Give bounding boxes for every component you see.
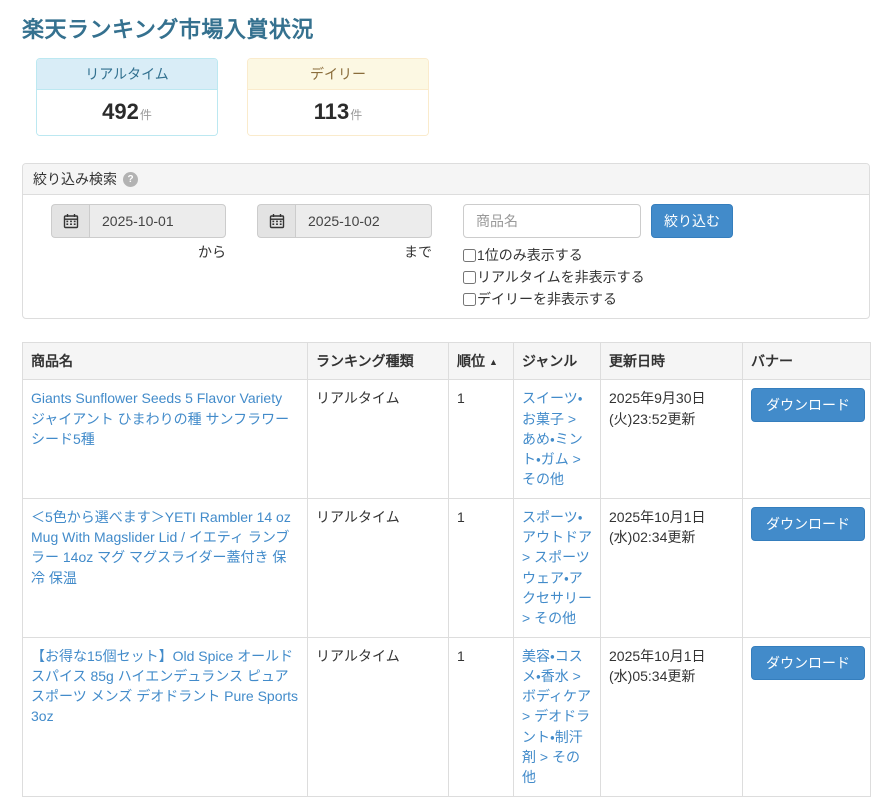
table-row: 【お得な15個セット】Old Spice オールドスパイス 85g ハイエンデュ…	[23, 637, 871, 796]
header-genre: ジャンル	[514, 343, 601, 380]
filter-panel: 絞り込み検索 ?	[22, 163, 870, 319]
genre-link[interactable]: スポーツ・アウトドア > スポーツウェア・アクセサリー > その他	[522, 509, 592, 626]
ranking-type-cell: リアルタイム	[308, 637, 449, 796]
updated-cell: 2025年10月1日(水)05:34更新	[601, 637, 743, 796]
checkbox-label: デイリーを非表示する	[477, 289, 617, 309]
filter-checkboxes: 1位のみ表示する リアルタイムを非表示する デイリーを非表示する	[463, 244, 733, 310]
daily-count-unit: 件	[350, 108, 362, 122]
first-place-only-checkbox[interactable]	[463, 249, 476, 262]
table-header-row: 商品名 ランキング種類 順位 ▲ ジャンル 更新日時 バナー	[23, 343, 871, 380]
calendar-icon-glyph	[63, 213, 79, 229]
date-to-suffix: まで	[257, 242, 432, 262]
date-from-input[interactable]	[89, 204, 226, 238]
checkbox-hide-realtime[interactable]: リアルタイムを非表示する	[463, 266, 733, 288]
filter-panel-title: 絞り込み検索	[33, 169, 117, 189]
filter-panel-body: から	[23, 195, 869, 318]
header-rank-label: 順位	[457, 353, 485, 369]
daily-card: デイリー 113件	[247, 58, 429, 136]
ranking-type-cell: リアルタイム	[308, 380, 449, 498]
daily-card-body: 113件	[248, 90, 428, 135]
realtime-card-header: リアルタイム	[37, 59, 217, 90]
realtime-count-unit: 件	[140, 108, 152, 122]
header-product-name: 商品名	[23, 343, 308, 380]
rank-cell: 1	[449, 380, 514, 498]
date-from-group: から	[51, 204, 226, 262]
table-row: ＜5色から選べます＞YETI Rambler 14 oz Mug With Ma…	[23, 498, 871, 637]
date-to-input[interactable]	[295, 204, 432, 238]
checkbox-label: リアルタイムを非表示する	[477, 267, 645, 287]
download-button[interactable]: ダウンロード	[751, 646, 865, 680]
checkbox-label: 1位のみ表示する	[477, 245, 583, 265]
rank-cell: 1	[449, 498, 514, 637]
header-rank[interactable]: 順位 ▲	[449, 343, 514, 380]
realtime-card-body: 492件	[37, 90, 217, 135]
ranking-type-cell: リアルタイム	[308, 498, 449, 637]
product-name-input[interactable]	[463, 204, 641, 238]
calendar-icon[interactable]	[51, 204, 89, 238]
header-banner: バナー	[743, 343, 871, 380]
hide-realtime-checkbox[interactable]	[463, 271, 476, 284]
date-to-group: まで	[257, 204, 432, 262]
page-title: 楽天ランキング市場入賞状況	[22, 12, 870, 44]
product-link[interactable]: 【お得な15個セット】Old Spice オールドスパイス 85g ハイエンデュ…	[31, 648, 298, 725]
realtime-count: 492	[102, 99, 139, 124]
genre-link[interactable]: スイーツ・お菓子 > あめ・ミント・ガム > その他	[522, 390, 583, 487]
product-link[interactable]: ＜5色から選べます＞YETI Rambler 14 oz Mug With Ma…	[31, 509, 291, 586]
help-icon[interactable]: ?	[123, 172, 138, 187]
header-updated: 更新日時	[601, 343, 743, 380]
table-row: Giants Sunflower Seeds 5 Flavor Variety …	[23, 380, 871, 498]
search-column: 絞り込む 1位のみ表示する リアルタイムを非表示する デイリーを非表示する	[463, 204, 733, 310]
filter-submit-button[interactable]: 絞り込む	[651, 204, 733, 238]
daily-count: 113	[314, 99, 350, 124]
summary-cards: リアルタイム 492件 デイリー 113件	[36, 58, 870, 136]
download-button[interactable]: ダウンロード	[751, 507, 865, 541]
calendar-icon[interactable]	[257, 204, 295, 238]
download-button[interactable]: ダウンロード	[751, 388, 865, 422]
filter-panel-header: 絞り込み検索 ?	[23, 164, 869, 195]
checkbox-hide-daily[interactable]: デイリーを非表示する	[463, 288, 733, 310]
header-ranking-type: ランキング種類	[308, 343, 449, 380]
date-from-suffix: から	[51, 242, 226, 262]
realtime-card: リアルタイム 492件	[36, 58, 218, 136]
updated-cell: 2025年9月30日(火)23:52更新	[601, 380, 743, 498]
calendar-icon-glyph	[269, 213, 285, 229]
results-table: 商品名 ランキング種類 順位 ▲ ジャンル 更新日時 バナー Giants Sun…	[22, 342, 871, 797]
genre-link[interactable]: 美容・コスメ・香水 > ボディケア > デオドラント・制汗剤 > その他	[522, 648, 591, 786]
checkbox-first-place-only[interactable]: 1位のみ表示する	[463, 244, 733, 266]
updated-cell: 2025年10月1日(水)02:34更新	[601, 498, 743, 637]
daily-card-header: デイリー	[248, 59, 428, 90]
hide-daily-checkbox[interactable]	[463, 293, 476, 306]
rank-cell: 1	[449, 637, 514, 796]
page-container: 楽天ランキング市場入賞状況 リアルタイム 492件 デイリー 113件 絞り込み…	[0, 0, 880, 797]
product-link[interactable]: Giants Sunflower Seeds 5 Flavor Variety …	[31, 390, 289, 447]
sort-asc-icon: ▲	[489, 357, 498, 367]
